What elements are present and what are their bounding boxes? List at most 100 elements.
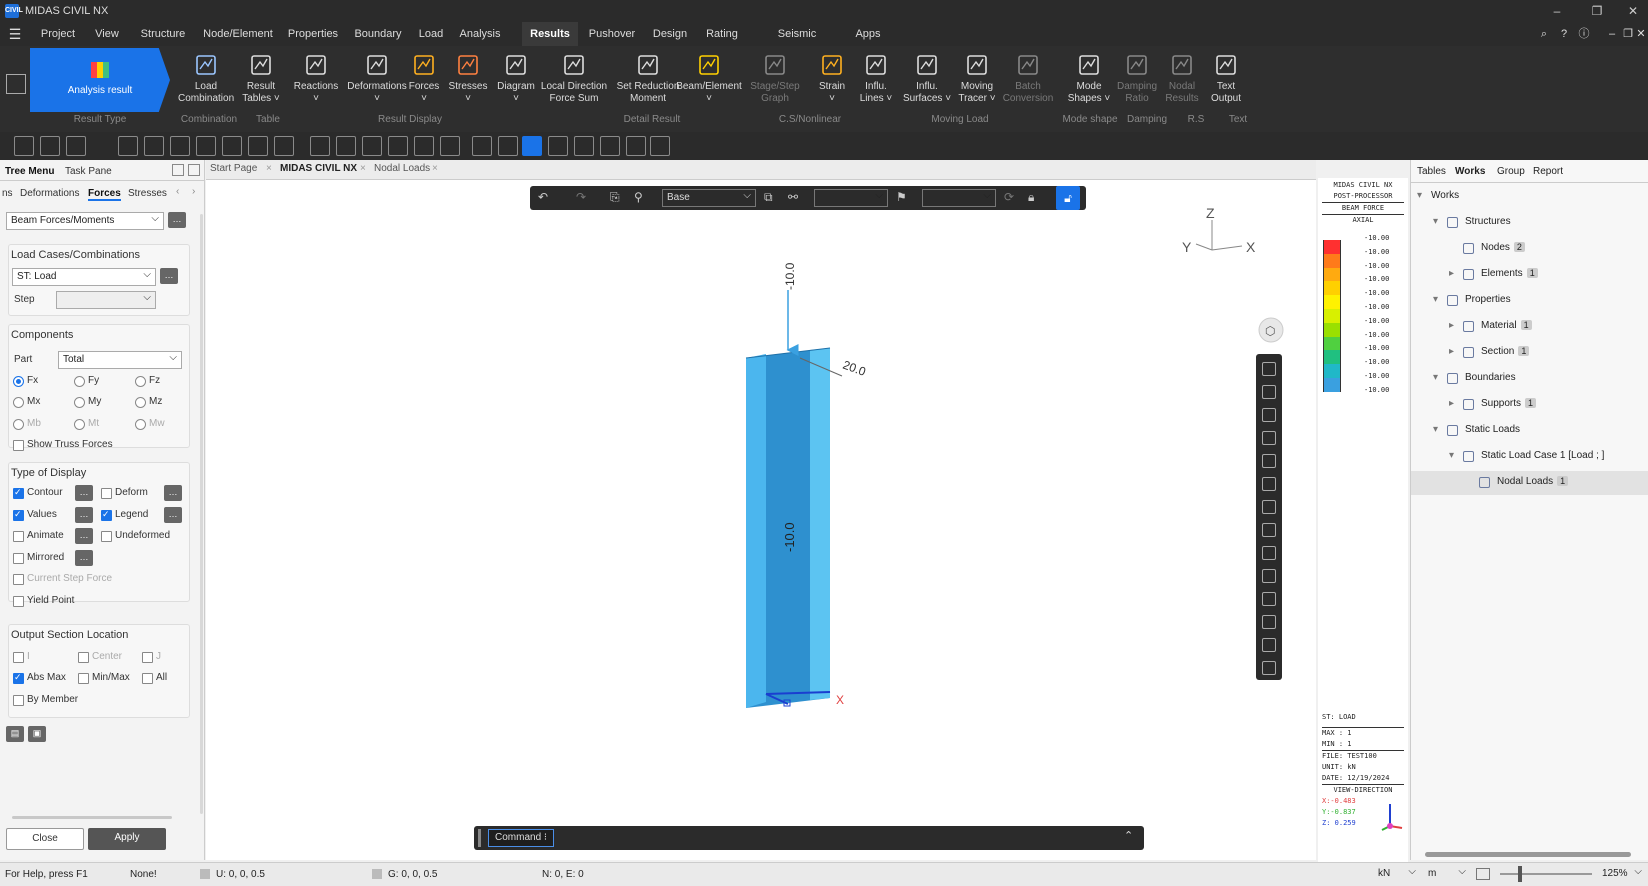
activate-all-icon[interactable] (362, 136, 382, 156)
values-checkbox[interactable]: Values (13, 508, 57, 521)
close-icon[interactable]: ✕ (1624, 3, 1642, 19)
menu-design[interactable]: Design (648, 22, 692, 46)
named-view-icon[interactable] (414, 136, 434, 156)
stage-step-graph-button[interactable]: Stage/Step Graph (744, 50, 806, 110)
animate-checkbox[interactable]: Animate (13, 530, 64, 542)
rotate-right-icon[interactable] (1262, 569, 1276, 583)
tab-start-page[interactable]: Start Page (210, 163, 257, 174)
tree-expand-icon[interactable]: ▾ (1417, 190, 1422, 201)
contour-checkbox[interactable]: Contour (13, 486, 63, 499)
tab-close-icon[interactable]: × (360, 163, 366, 174)
activate-icon[interactable] (310, 136, 330, 156)
mode-shapes-button[interactable]: Mode Shapes ˅ (1064, 50, 1114, 110)
tree-expand-icon[interactable]: ▾ (1433, 216, 1438, 227)
menu-boundary[interactable]: Boundary (350, 22, 406, 46)
help-icon[interactable]: ? (1556, 22, 1572, 46)
deform-options-button[interactable]: … (164, 485, 182, 501)
model-view-icon[interactable] (522, 136, 542, 156)
part-select[interactable]: Total (58, 350, 182, 369)
unit-settings-icon[interactable] (1476, 868, 1490, 880)
tree-item[interactable]: Static Loads (1465, 424, 1520, 435)
iso-view-icon[interactable] (600, 136, 620, 156)
tree-item[interactable]: Supports 1 (1481, 398, 1537, 409)
output-j-checkbox[interactable]: J (142, 651, 161, 663)
link-icon[interactable]: ⚯ (788, 190, 798, 204)
rotate-left-icon[interactable] (1262, 546, 1276, 560)
beam-element-button[interactable]: Beam/Element ˅ (676, 50, 742, 110)
unlock-icon[interactable]: 🔓︎ (1056, 186, 1080, 210)
redo-icon[interactable]: ↷ (576, 190, 586, 204)
view-side-icon[interactable] (1262, 661, 1276, 675)
zoom-level-select[interactable]: 125% (1598, 864, 1646, 884)
menu-apps[interactable]: Apps (850, 22, 886, 46)
tab-report[interactable]: Report (1533, 166, 1563, 177)
refresh-view-icon[interactable] (626, 136, 646, 156)
hidden-view-icon[interactable] (440, 136, 460, 156)
menu-view[interactable]: View (88, 22, 126, 46)
radio-mb[interactable]: Mb (13, 418, 41, 430)
select-intersect-icon[interactable] (170, 136, 190, 156)
pan-icon[interactable] (1262, 500, 1276, 514)
vertical-scrollbar[interactable] (200, 214, 203, 814)
layer-icon[interactable]: ⧉ (764, 190, 773, 205)
menu-structure[interactable]: Structure (136, 22, 190, 46)
values-options-button[interactable]: … (75, 507, 93, 523)
tree-item[interactable]: Properties (1465, 294, 1511, 305)
refresh-icon[interactable]: ⟳ (1004, 190, 1014, 204)
menu-load[interactable]: Load (414, 22, 448, 46)
tree-item[interactable]: Works (1431, 190, 1459, 201)
chevron-right-icon[interactable]: › (192, 186, 195, 197)
save-icon[interactable]: ▤ (6, 726, 24, 742)
all-checkbox[interactable]: All (142, 672, 167, 684)
view-front-icon[interactable] (1262, 592, 1276, 606)
reactions-button[interactable]: Reactions ˅ (292, 50, 340, 110)
tree-item[interactable]: Material 1 (1481, 320, 1532, 331)
menu-properties[interactable]: Properties (284, 22, 342, 46)
menu-rating[interactable]: Rating (700, 22, 744, 46)
strain-button[interactable]: Strain ˅ (812, 50, 852, 110)
legend-options-button[interactable]: … (164, 507, 182, 523)
element-select[interactable] (922, 188, 996, 207)
stresses-button[interactable]: Stresses ˅ (446, 50, 490, 110)
current-step-force-checkbox[interactable]: Current Step Force (13, 573, 112, 585)
min-max-checkbox[interactable]: Min/Max (78, 672, 130, 684)
force-unit-select[interactable]: kN (1374, 864, 1420, 884)
tree-item[interactable]: Structures (1465, 216, 1511, 227)
apply-button[interactable]: Apply (88, 828, 166, 850)
radio-mt[interactable]: Mt (74, 418, 99, 430)
menu-analysis[interactable]: Analysis (456, 22, 504, 46)
tree-horizontal-scrollbar[interactable] (1425, 852, 1631, 857)
redraw-view-icon[interactable] (650, 136, 670, 156)
panel-split-icon[interactable] (188, 164, 200, 176)
doc-minimize-icon[interactable]: – (1604, 22, 1620, 46)
menu-pushover[interactable]: Pushover (584, 22, 640, 46)
tab-close-icon[interactable]: × (432, 163, 438, 174)
menu-node-element[interactable]: Node/Element (200, 22, 276, 46)
group-select[interactable] (814, 188, 888, 207)
text-output-button[interactable]: Text Output (1206, 50, 1246, 110)
unselect-window-icon[interactable] (274, 136, 294, 156)
tab-task-pane[interactable]: Task Pane (65, 166, 112, 177)
tree-expand-icon[interactable]: ▾ (1433, 424, 1438, 435)
new-file-icon[interactable] (14, 136, 34, 156)
load-case-options-button[interactable]: … (160, 268, 178, 284)
view-top-icon[interactable] (1262, 615, 1276, 629)
top-view-icon[interactable] (574, 136, 594, 156)
grid-view-icon[interactable] (472, 136, 492, 156)
subtab-forces[interactable]: Forces (88, 188, 121, 201)
zoom-slider-handle[interactable] (1518, 866, 1522, 882)
legend-checkbox[interactable]: Legend (101, 508, 148, 521)
nodal-results-button[interactable]: Nodal Results (1162, 50, 1202, 110)
copy-icon[interactable]: ⎘ (610, 190, 620, 205)
load-combination-button[interactable]: Load Combination (178, 50, 234, 110)
set-reduction-moment-button[interactable]: Set Reduction Moment (612, 50, 684, 110)
tree-item[interactable]: Boundaries (1465, 372, 1516, 383)
radio-fz[interactable]: Fz (135, 375, 160, 387)
select-polygon-icon[interactable] (144, 136, 164, 156)
influ-surfaces-button[interactable]: Influ. Surfaces ˅ (902, 50, 952, 110)
tab-midas-civil-nx[interactable]: MIDAS CIVIL NX (280, 163, 357, 174)
select-window-icon[interactable] (118, 136, 138, 156)
tree-item[interactable]: Static Load Case 1 [Load ; ] (1481, 450, 1604, 461)
node-filter-icon[interactable]: ⚑ (896, 190, 907, 204)
tree-expand-icon[interactable]: ▾ (1433, 372, 1438, 383)
